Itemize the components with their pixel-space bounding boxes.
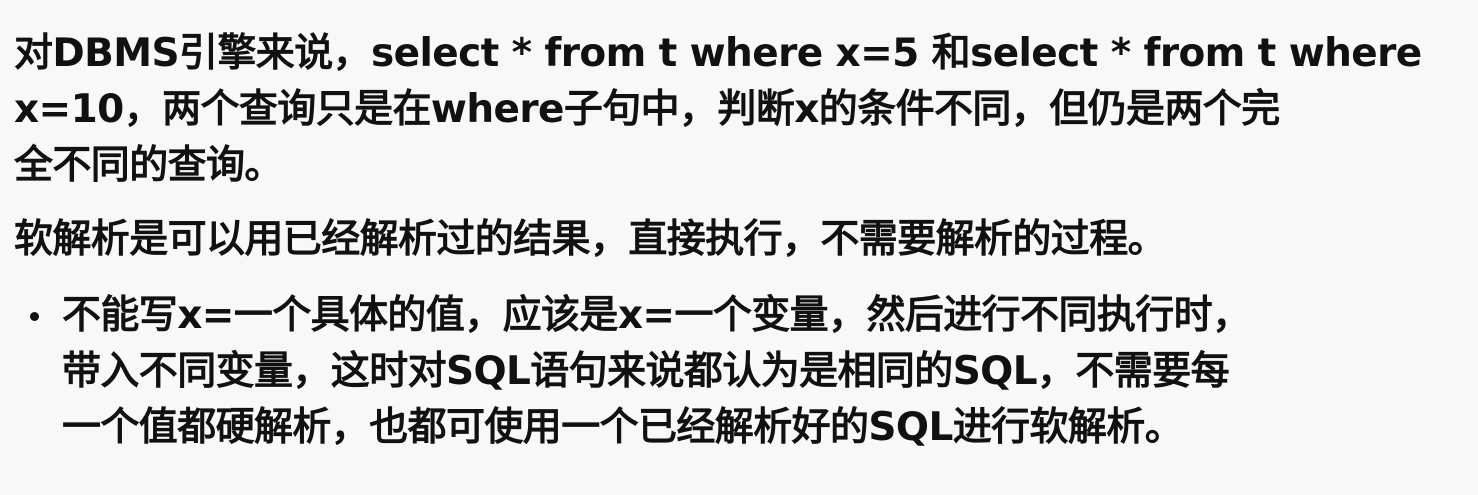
bullet-text-line: 带入不同变量，这时对SQL语句来说都认为是相同的SQL，不需要每 [62,349,1230,394]
text-line: 对DBMS引擎来说，select * from t where x=5 和sel… [14,31,1422,76]
paragraph-query-comparison: 对DBMS引擎来说，select * from t where x=5 和sel… [14,26,1478,194]
bullet-dot-icon [30,312,39,321]
bullet-text-line: 不能写x=一个具体的值，应该是x=一个变量，然后进行不同执行时， [62,293,1251,338]
text-line: 全不同的查询。 [14,143,283,188]
text-line: 软解析是可以用已经解析过的结果，直接执行，不需要解析的过程。 [14,217,1167,262]
slide-content: 对DBMS引擎来说，select * from t where x=5 和sel… [0,0,1478,495]
bullet-item-bind-variable: 不能写x=一个具体的值，应该是x=一个变量，然后进行不同执行时， 带入不同变量，… [14,288,1478,456]
paragraph-soft-parse-definition: 软解析是可以用已经解析过的结果，直接执行，不需要解析的过程。 [14,212,1478,268]
text-line: x=10，两个查询只是在where子句中，判断x的条件不同，但仍是两个完 [14,87,1280,132]
bullet-text-line: 一个值都硬解析，也都可使用一个已经解析好的SQL进行软解析。 [62,405,1184,450]
